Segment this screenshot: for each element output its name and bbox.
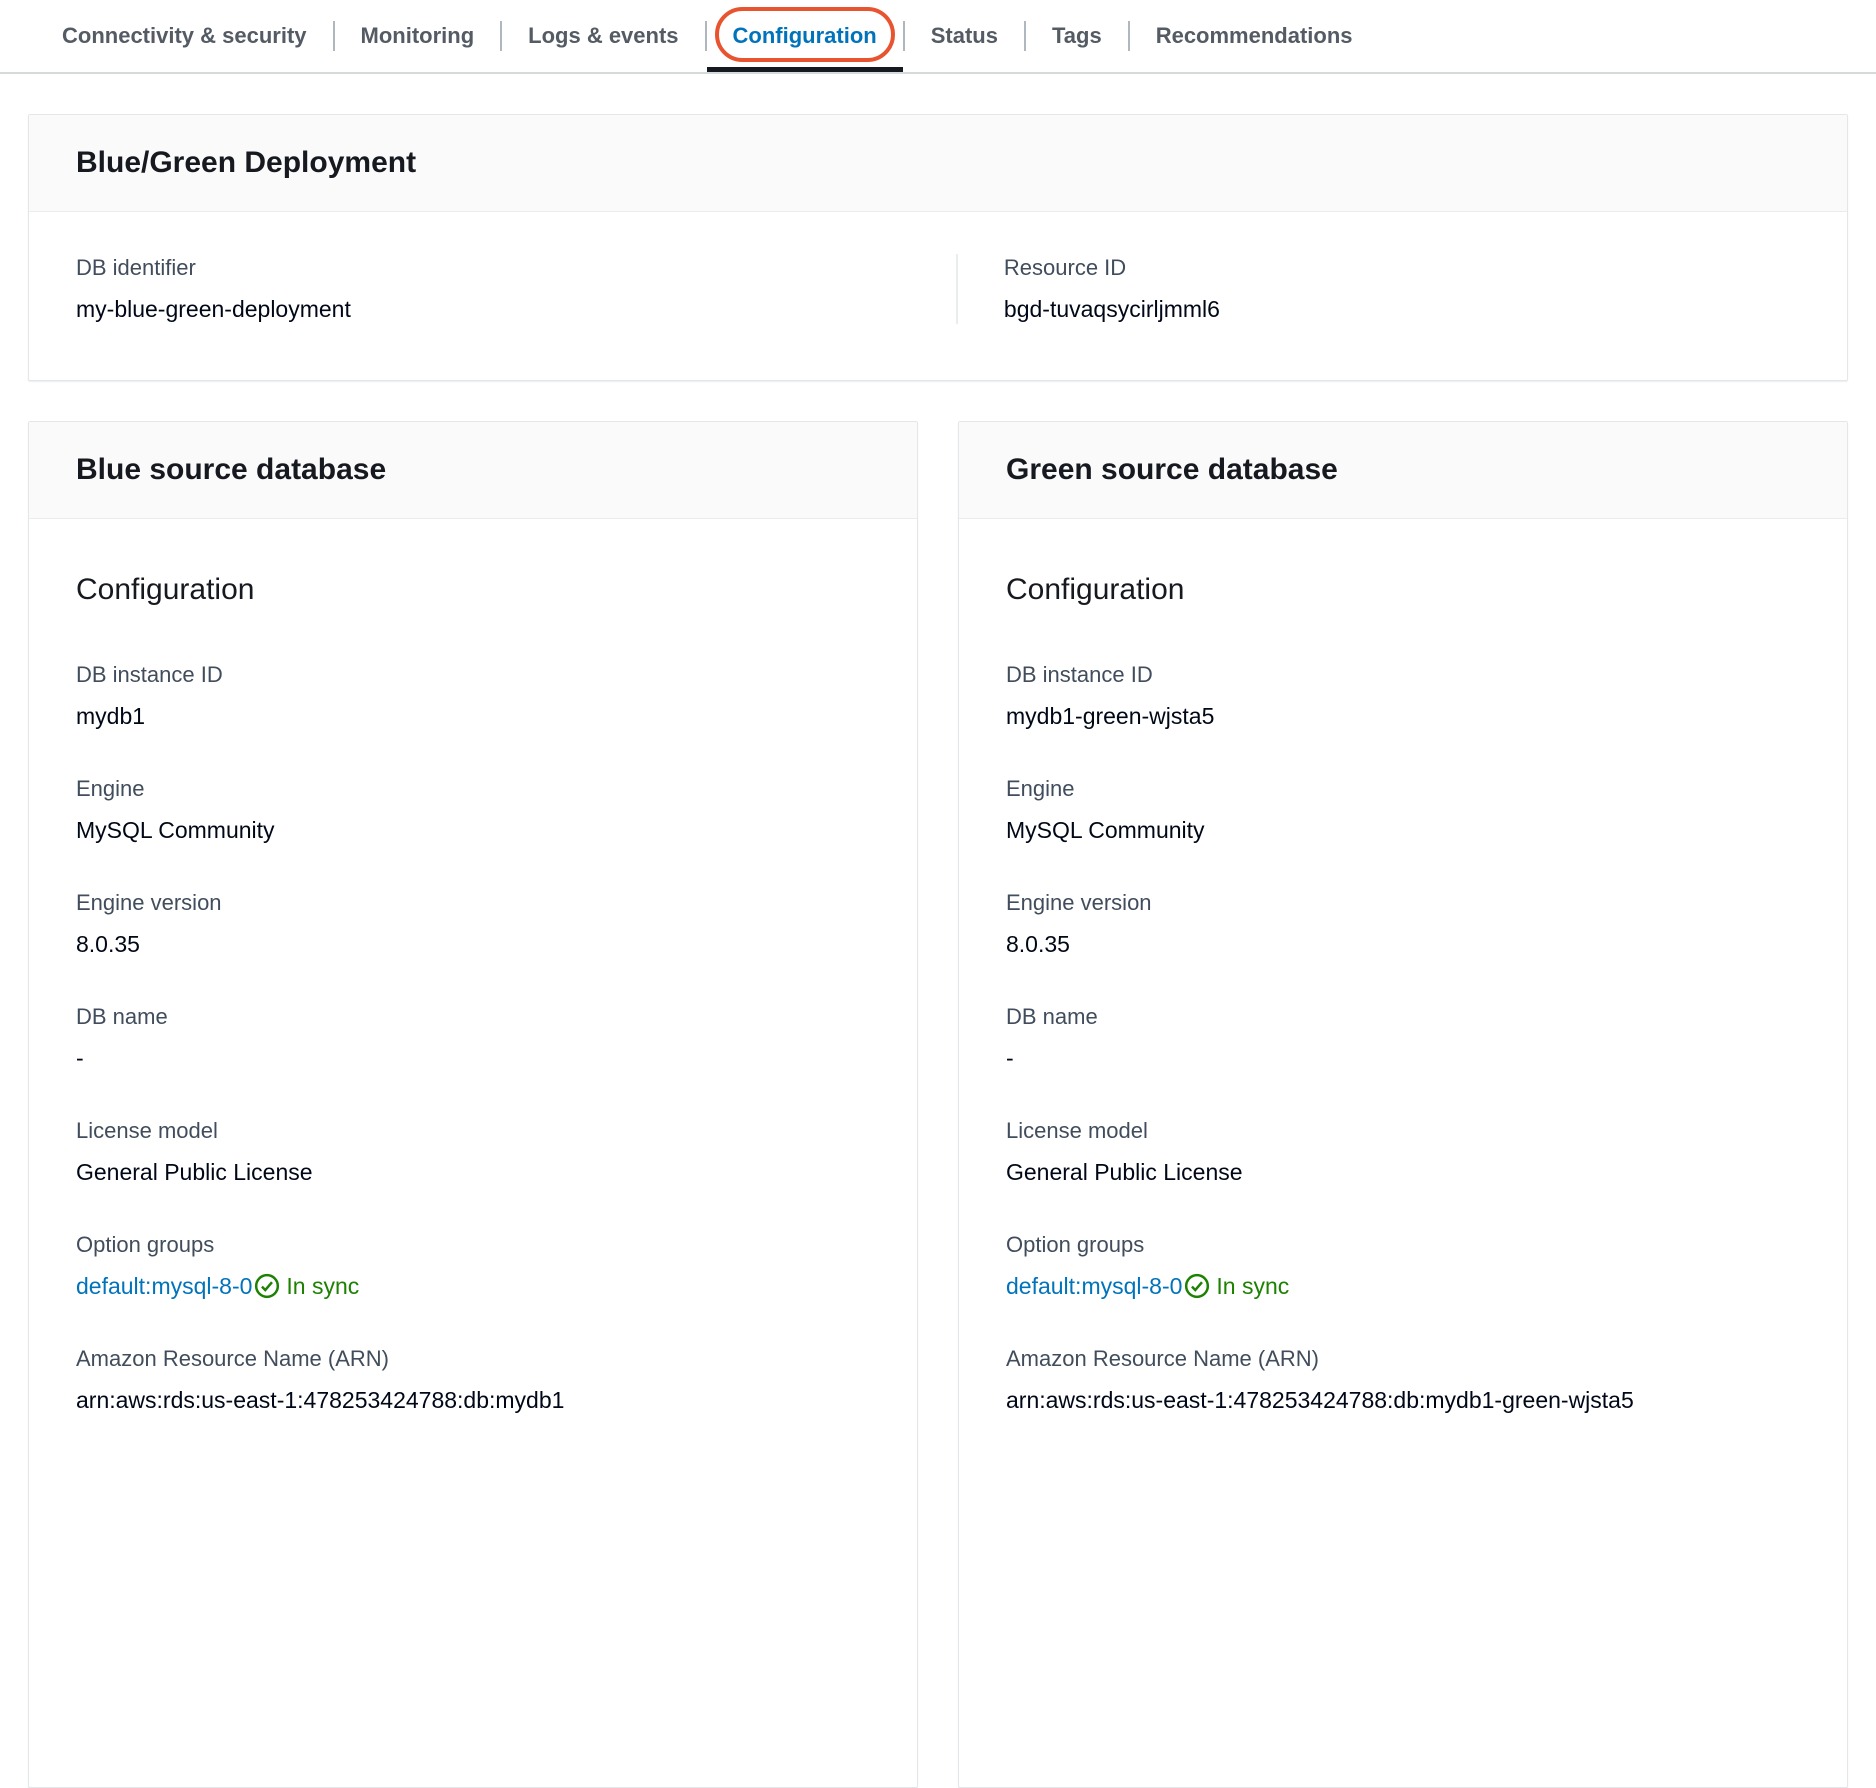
green-card-title: Green source database — [1006, 452, 1800, 488]
blue-card-body: Configuration DB instance ID mydb1 Engin… — [29, 519, 917, 1787]
blue-green-deployment-card: Blue/Green Deployment DB identifier my-b… — [28, 114, 1848, 381]
field-label: Resource ID — [1004, 254, 1800, 282]
field-label: Amazon Resource Name (ARN) — [1006, 1345, 1800, 1373]
blue-card-title: Blue source database — [76, 452, 870, 488]
field-engine-version: Engine version 8.0.35 — [1006, 889, 1800, 959]
blue-card-header: Blue source database — [29, 422, 917, 519]
tab-status[interactable]: Status — [905, 0, 1024, 72]
field-label: Option groups — [76, 1231, 870, 1259]
field-label: License model — [1006, 1117, 1800, 1145]
field-value: default:mysql-8-0 In sync — [76, 1271, 870, 1301]
field-value: - — [1006, 1043, 1800, 1073]
field-value: 8.0.35 — [1006, 929, 1800, 959]
field-label: DB name — [76, 1003, 870, 1031]
field-label: DB instance ID — [1006, 661, 1800, 689]
tab-label: Configuration — [733, 23, 877, 49]
green-card-header: Green source database — [959, 422, 1847, 519]
field-db-instance-id: DB instance ID mydb1-green-wjsta5 — [1006, 661, 1800, 731]
field-value: arn:aws:rds:us-east-1:478253424788:db:my… — [76, 1385, 870, 1415]
field-label: Engine version — [1006, 889, 1800, 917]
main-content: Blue/Green Deployment DB identifier my-b… — [0, 74, 1876, 1788]
in-sync-status: In sync — [286, 1273, 359, 1299]
field-value: arn:aws:rds:us-east-1:478253424788:db:my… — [1006, 1385, 1800, 1415]
in-sync-status: In sync — [1216, 1273, 1289, 1299]
field-engine-version: Engine version 8.0.35 — [76, 889, 870, 959]
field-label: Engine version — [76, 889, 870, 917]
deployment-column-left: DB identifier my-blue-green-deployment — [76, 254, 956, 324]
tab-logs-events[interactable]: Logs & events — [502, 0, 704, 72]
field-license-model: License model General Public License — [76, 1117, 870, 1187]
deployment-card-title: Blue/Green Deployment — [76, 145, 1800, 181]
field-license-model: License model General Public License — [1006, 1117, 1800, 1187]
blue-source-database-card: Blue source database Configuration DB in… — [28, 421, 918, 1788]
field-value: bgd-tuvaqsycirljmml6 — [1004, 294, 1800, 324]
field-engine: Engine MySQL Community — [76, 775, 870, 845]
field-engine: Engine MySQL Community — [1006, 775, 1800, 845]
field-db-instance-id: DB instance ID mydb1 — [76, 661, 870, 731]
in-sync-check-icon — [254, 1273, 280, 1299]
field-label: DB instance ID — [76, 661, 870, 689]
field-value: General Public License — [1006, 1157, 1800, 1187]
field-arn: Amazon Resource Name (ARN) arn:aws:rds:u… — [1006, 1345, 1800, 1415]
field-label: DB name — [1006, 1003, 1800, 1031]
option-group-link[interactable]: default:mysql-8-0 — [76, 1273, 252, 1299]
tab-monitoring[interactable]: Monitoring — [335, 0, 501, 72]
field-option-groups: Option groups default:mysql-8-0 In sync — [1006, 1231, 1800, 1301]
option-group-link[interactable]: default:mysql-8-0 — [1006, 1273, 1182, 1299]
green-source-database-card: Green source database Configuration DB i… — [958, 421, 1848, 1788]
field-label: License model — [76, 1117, 870, 1145]
configuration-section-title: Configuration — [76, 573, 870, 607]
green-card-body: Configuration DB instance ID mydb1-green… — [959, 519, 1847, 1787]
field-db-name: DB name - — [76, 1003, 870, 1073]
tab-configuration[interactable]: Configuration — [707, 0, 903, 72]
field-value: 8.0.35 — [76, 929, 870, 959]
deployment-column-right: Resource ID bgd-tuvaqsycirljmml6 — [956, 254, 1800, 324]
field-db-identifier: DB identifier my-blue-green-deployment — [76, 254, 956, 324]
field-value: General Public License — [76, 1157, 870, 1187]
tab-bar: Connectivity & security Monitoring Logs … — [0, 0, 1876, 74]
field-arn: Amazon Resource Name (ARN) arn:aws:rds:u… — [76, 1345, 870, 1415]
deployment-card-header: Blue/Green Deployment — [29, 115, 1847, 212]
field-value: mydb1-green-wjsta5 — [1006, 701, 1800, 731]
field-value: default:mysql-8-0 In sync — [1006, 1271, 1800, 1301]
field-label: Engine — [1006, 775, 1800, 803]
field-label: DB identifier — [76, 254, 956, 282]
tab-connectivity-security[interactable]: Connectivity & security — [36, 0, 333, 72]
field-db-name: DB name - — [1006, 1003, 1800, 1073]
field-label: Amazon Resource Name (ARN) — [76, 1345, 870, 1373]
configuration-section-title: Configuration — [1006, 573, 1800, 607]
field-value: - — [76, 1043, 870, 1073]
field-resource-id: Resource ID bgd-tuvaqsycirljmml6 — [1004, 254, 1800, 324]
field-value: MySQL Community — [76, 815, 870, 845]
tab-recommendations[interactable]: Recommendations — [1130, 0, 1379, 72]
field-option-groups: Option groups default:mysql-8-0 In sync — [76, 1231, 870, 1301]
field-value: mydb1 — [76, 701, 870, 731]
tab-tags[interactable]: Tags — [1026, 0, 1128, 72]
field-label: Engine — [76, 775, 870, 803]
field-value: my-blue-green-deployment — [76, 294, 956, 324]
field-value: MySQL Community — [1006, 815, 1800, 845]
deployment-card-body: DB identifier my-blue-green-deployment R… — [29, 212, 1847, 380]
field-label: Option groups — [1006, 1231, 1800, 1259]
in-sync-check-icon — [1184, 1273, 1210, 1299]
source-database-cards-row: Blue source database Configuration DB in… — [28, 421, 1848, 1788]
